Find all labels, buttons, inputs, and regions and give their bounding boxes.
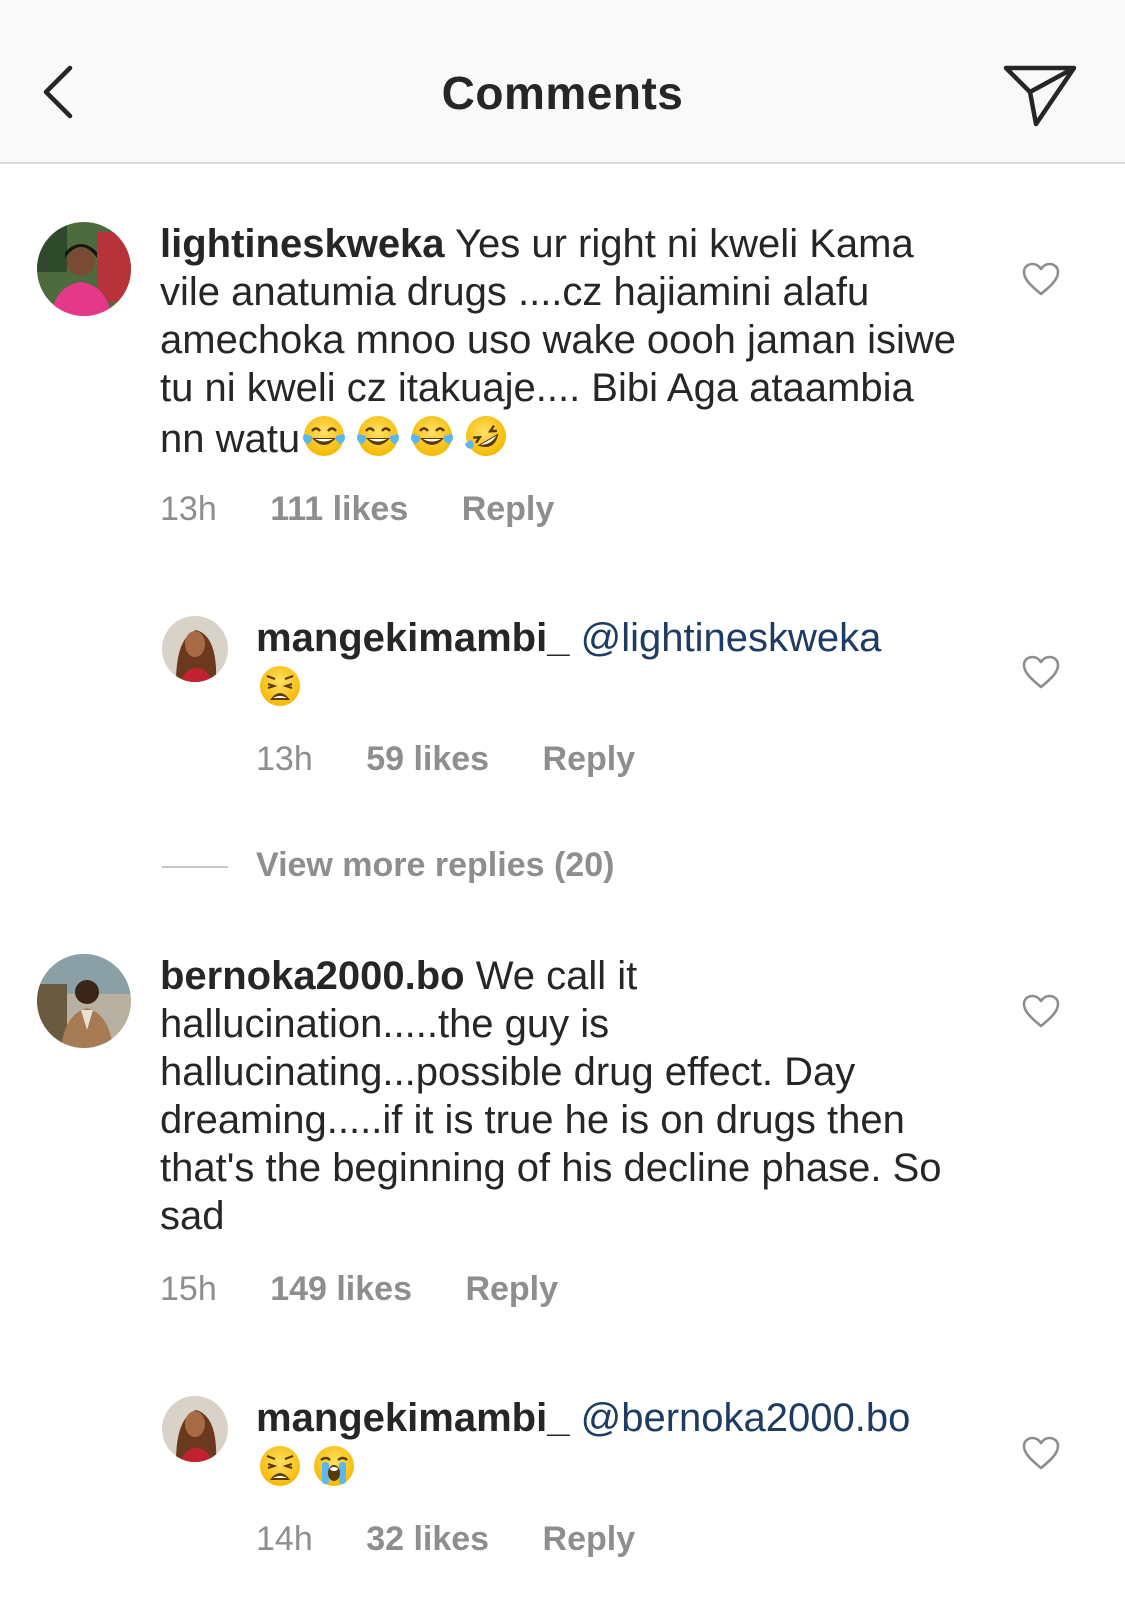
tears-of-joy-emoji-icon: [354, 412, 402, 460]
comment-likes[interactable]: 111 likes: [270, 490, 408, 529]
comment-time: 13h: [256, 740, 313, 778]
comments-header: Comments: [0, 0, 1125, 164]
heart-icon[interactable]: [1022, 1436, 1060, 1470]
comment-text: bernoka2000.bo We call it hallucination.…: [160, 952, 960, 1240]
avatar[interactable]: [162, 1396, 228, 1462]
mention-link[interactable]: @lightineskweka: [581, 616, 882, 660]
avatar-image: [162, 1396, 228, 1462]
avatar[interactable]: [162, 616, 228, 682]
mention-link[interactable]: @bernoka2000.bo: [581, 1396, 911, 1440]
comment-meta: 15h 149 likes Reply: [160, 1270, 558, 1309]
avatar-image: [37, 954, 131, 1048]
divider: [162, 866, 228, 868]
weary-face-emoji-icon: [256, 1442, 304, 1490]
comment-meta: 13h 59 likes Reply: [256, 740, 635, 779]
avatar[interactable]: [37, 954, 131, 1048]
avatar[interactable]: [37, 222, 131, 316]
comment-username[interactable]: mangekimambi_: [256, 1396, 569, 1440]
tears-of-joy-emoji-icon: [408, 412, 456, 460]
reply-button[interactable]: Reply: [543, 1520, 636, 1559]
view-more-replies-label[interactable]: View more replies (20): [256, 846, 614, 885]
avatar-image: [162, 616, 228, 682]
loudly-crying-face-emoji-icon: [310, 1442, 358, 1490]
comment-likes[interactable]: 59 likes: [366, 740, 489, 779]
comment-time: 13h: [160, 490, 217, 528]
weary-face-emoji-icon: [256, 662, 304, 710]
comment-username[interactable]: mangekimambi_: [256, 616, 569, 660]
rolling-on-floor-laughing-emoji-icon: [462, 412, 510, 460]
reply-text: mangekimambi_ @bernoka2000.bo: [256, 1394, 976, 1493]
view-more-replies[interactable]: View more replies (20): [162, 846, 762, 890]
comment-meta: 13h 111 likes Reply: [160, 490, 554, 529]
reply-text: mangekimambi_ @lightineskweka: [256, 614, 976, 713]
share-button[interactable]: [1000, 60, 1080, 130]
comment-time: 15h: [160, 1270, 217, 1308]
heart-icon[interactable]: [1022, 262, 1060, 296]
comment-text: lightineskweka Yes ur right ni kweli Kam…: [160, 220, 960, 463]
reply-button[interactable]: Reply: [462, 490, 555, 529]
heart-icon[interactable]: [1022, 994, 1060, 1028]
avatar-image: [37, 222, 131, 316]
paper-plane-icon: [1003, 65, 1077, 127]
page-title: Comments: [441, 67, 684, 119]
heart-icon[interactable]: [1022, 655, 1060, 689]
comment-username[interactable]: lightineskweka: [160, 222, 445, 266]
comment-time: 14h: [256, 1520, 313, 1558]
comment-likes[interactable]: 32 likes: [366, 1520, 489, 1559]
comment-username[interactable]: bernoka2000.bo: [160, 954, 465, 998]
comment-meta: 14h 32 likes Reply: [256, 1520, 635, 1559]
reply-button[interactable]: Reply: [465, 1270, 558, 1309]
comment-likes[interactable]: 149 likes: [270, 1270, 412, 1309]
reply-button[interactable]: Reply: [543, 740, 636, 779]
tears-of-joy-emoji-icon: [300, 412, 348, 460]
